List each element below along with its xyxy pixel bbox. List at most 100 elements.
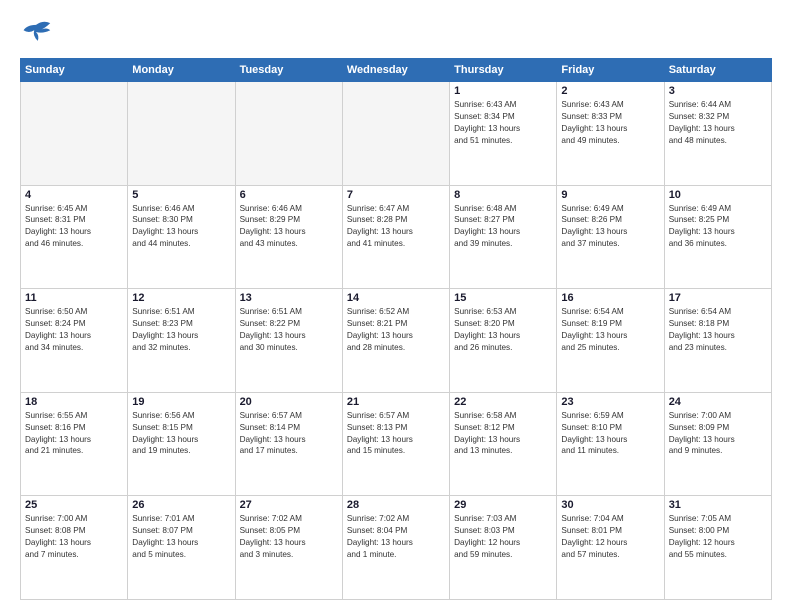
day-info: Sunrise: 6:51 AM Sunset: 8:23 PM Dayligh… bbox=[132, 306, 230, 354]
day-number: 27 bbox=[240, 499, 338, 511]
day-info: Sunrise: 7:03 AM Sunset: 8:03 PM Dayligh… bbox=[454, 513, 552, 561]
calendar-cell: 30 Sunrise: 7:04 AM Sunset: 8:01 PM Dayli… bbox=[557, 496, 664, 600]
day-number: 22 bbox=[454, 396, 552, 408]
weekday-header-wednesday: Wednesday bbox=[342, 59, 449, 82]
weekday-header-sunday: Sunday bbox=[21, 59, 128, 82]
day-info: Sunrise: 6:55 AM Sunset: 8:16 PM Dayligh… bbox=[25, 410, 123, 458]
day-number: 14 bbox=[347, 292, 445, 304]
calendar-cell: 2Sunrise: 6:43 AM Sunset: 8:33 PM Daylig… bbox=[557, 82, 664, 186]
day-info: Sunrise: 7:04 AM Sunset: 8:01 PM Dayligh… bbox=[561, 513, 659, 561]
calendar-cell: 17 Sunrise: 6:54 AM Sunset: 8:18 PM Dayli… bbox=[664, 289, 771, 393]
day-number: 25 bbox=[25, 499, 123, 511]
weekday-header-monday: Monday bbox=[128, 59, 235, 82]
calendar-cell: 27 Sunrise: 7:02 AM Sunset: 8:05 PM Dayli… bbox=[235, 496, 342, 600]
day-info: Sunrise: 6:46 AM Sunset: 8:30 PM Dayligh… bbox=[132, 203, 230, 251]
day-info: Sunrise: 6:45 AM Sunset: 8:31 PM Dayligh… bbox=[25, 203, 123, 251]
day-info: Sunrise: 6:59 AM Sunset: 8:10 PM Dayligh… bbox=[561, 410, 659, 458]
day-info: Sunrise: 6:57 AM Sunset: 8:14 PM Dayligh… bbox=[240, 410, 338, 458]
day-number: 17 bbox=[669, 292, 767, 304]
calendar-cell: 24Sunrise: 7:00 AM Sunset: 8:09 PM Dayli… bbox=[664, 392, 771, 496]
day-info: Sunrise: 6:49 AM Sunset: 8:26 PM Dayligh… bbox=[561, 203, 659, 251]
day-info: Sunrise: 6:48 AM Sunset: 8:27 PM Dayligh… bbox=[454, 203, 552, 251]
calendar-table: SundayMondayTuesdayWednesdayThursdayFrid… bbox=[20, 58, 772, 600]
day-number: 23 bbox=[561, 396, 659, 408]
day-info: Sunrise: 7:00 AM Sunset: 8:08 PM Dayligh… bbox=[25, 513, 123, 561]
calendar-week-5: 25 Sunrise: 7:00 AM Sunset: 8:08 PM Dayli… bbox=[21, 496, 772, 600]
calendar-cell: 31Sunrise: 7:05 AM Sunset: 8:00 PM Dayli… bbox=[664, 496, 771, 600]
day-info: Sunrise: 6:54 AM Sunset: 8:18 PM Dayligh… bbox=[669, 306, 767, 354]
page: SundayMondayTuesdayWednesdayThursdayFrid… bbox=[0, 0, 792, 612]
day-number: 6 bbox=[240, 189, 338, 201]
day-info: Sunrise: 7:02 AM Sunset: 8:04 PM Dayligh… bbox=[347, 513, 445, 561]
day-number: 15 bbox=[454, 292, 552, 304]
day-number: 11 bbox=[25, 292, 123, 304]
calendar-cell: 26Sunrise: 7:01 AM Sunset: 8:07 PM Dayli… bbox=[128, 496, 235, 600]
day-number: 19 bbox=[132, 396, 230, 408]
day-info: Sunrise: 7:02 AM Sunset: 8:05 PM Dayligh… bbox=[240, 513, 338, 561]
calendar-cell: 16 Sunrise: 6:54 AM Sunset: 8:19 PM Dayli… bbox=[557, 289, 664, 393]
logo bbox=[20, 16, 56, 48]
weekday-header-friday: Friday bbox=[557, 59, 664, 82]
day-number: 30 bbox=[561, 499, 659, 511]
day-number: 12 bbox=[132, 292, 230, 304]
weekday-header-tuesday: Tuesday bbox=[235, 59, 342, 82]
calendar-cell: 22 Sunrise: 6:58 AM Sunset: 8:12 PM Dayli… bbox=[450, 392, 557, 496]
day-info: Sunrise: 6:53 AM Sunset: 8:20 PM Dayligh… bbox=[454, 306, 552, 354]
day-info: Sunrise: 6:47 AM Sunset: 8:28 PM Dayligh… bbox=[347, 203, 445, 251]
calendar-cell: 25 Sunrise: 7:00 AM Sunset: 8:08 PM Dayli… bbox=[21, 496, 128, 600]
calendar-cell: 4 Sunrise: 6:45 AM Sunset: 8:31 PM Daylig… bbox=[21, 185, 128, 289]
day-info: Sunrise: 6:46 AM Sunset: 8:29 PM Dayligh… bbox=[240, 203, 338, 251]
day-info: Sunrise: 6:43 AM Sunset: 8:33 PM Dayligh… bbox=[561, 99, 659, 147]
calendar-week-3: 11Sunrise: 6:50 AM Sunset: 8:24 PM Dayli… bbox=[21, 289, 772, 393]
day-info: Sunrise: 6:56 AM Sunset: 8:15 PM Dayligh… bbox=[132, 410, 230, 458]
calendar-cell: 7 Sunrise: 6:47 AM Sunset: 8:28 PM Daylig… bbox=[342, 185, 449, 289]
day-info: Sunrise: 6:58 AM Sunset: 8:12 PM Dayligh… bbox=[454, 410, 552, 458]
weekday-row: SundayMondayTuesdayWednesdayThursdayFrid… bbox=[21, 59, 772, 82]
calendar-cell: 18 Sunrise: 6:55 AM Sunset: 8:16 PM Dayli… bbox=[21, 392, 128, 496]
day-number: 29 bbox=[454, 499, 552, 511]
day-number: 7 bbox=[347, 189, 445, 201]
day-number: 5 bbox=[132, 189, 230, 201]
weekday-header-thursday: Thursday bbox=[450, 59, 557, 82]
calendar-cell: 28Sunrise: 7:02 AM Sunset: 8:04 PM Dayli… bbox=[342, 496, 449, 600]
calendar-cell: 9 Sunrise: 6:49 AM Sunset: 8:26 PM Daylig… bbox=[557, 185, 664, 289]
calendar-cell: 23 Sunrise: 6:59 AM Sunset: 8:10 PM Dayli… bbox=[557, 392, 664, 496]
calendar-cell: 12 Sunrise: 6:51 AM Sunset: 8:23 PM Dayli… bbox=[128, 289, 235, 393]
calendar-cell: 20 Sunrise: 6:57 AM Sunset: 8:14 PM Dayli… bbox=[235, 392, 342, 496]
calendar-cell bbox=[235, 82, 342, 186]
day-number: 31 bbox=[669, 499, 767, 511]
calendar-cell bbox=[342, 82, 449, 186]
calendar-cell: 8 Sunrise: 6:48 AM Sunset: 8:27 PM Daylig… bbox=[450, 185, 557, 289]
calendar-header: SundayMondayTuesdayWednesdayThursdayFrid… bbox=[21, 59, 772, 82]
day-info: Sunrise: 6:54 AM Sunset: 8:19 PM Dayligh… bbox=[561, 306, 659, 354]
calendar-week-4: 18 Sunrise: 6:55 AM Sunset: 8:16 PM Dayli… bbox=[21, 392, 772, 496]
calendar-cell: 6 Sunrise: 6:46 AM Sunset: 8:29 PM Daylig… bbox=[235, 185, 342, 289]
calendar-cell: 21Sunrise: 6:57 AM Sunset: 8:13 PM Dayli… bbox=[342, 392, 449, 496]
day-number: 18 bbox=[25, 396, 123, 408]
calendar-cell bbox=[21, 82, 128, 186]
day-number: 3 bbox=[669, 85, 767, 97]
calendar-cell: 29 Sunrise: 7:03 AM Sunset: 8:03 PM Dayli… bbox=[450, 496, 557, 600]
calendar-cell: 14Sunrise: 6:52 AM Sunset: 8:21 PM Dayli… bbox=[342, 289, 449, 393]
calendar-week-2: 4 Sunrise: 6:45 AM Sunset: 8:31 PM Daylig… bbox=[21, 185, 772, 289]
day-info: Sunrise: 6:44 AM Sunset: 8:32 PM Dayligh… bbox=[669, 99, 767, 147]
day-info: Sunrise: 6:49 AM Sunset: 8:25 PM Dayligh… bbox=[669, 203, 767, 251]
day-number: 8 bbox=[454, 189, 552, 201]
calendar-cell: 1Sunrise: 6:43 AM Sunset: 8:34 PM Daylig… bbox=[450, 82, 557, 186]
day-number: 24 bbox=[669, 396, 767, 408]
calendar-cell: 13 Sunrise: 6:51 AM Sunset: 8:22 PM Dayli… bbox=[235, 289, 342, 393]
calendar-cell: 11Sunrise: 6:50 AM Sunset: 8:24 PM Dayli… bbox=[21, 289, 128, 393]
calendar-cell bbox=[128, 82, 235, 186]
day-number: 4 bbox=[25, 189, 123, 201]
calendar-cell: 15 Sunrise: 6:53 AM Sunset: 8:20 PM Dayli… bbox=[450, 289, 557, 393]
day-number: 13 bbox=[240, 292, 338, 304]
day-number: 9 bbox=[561, 189, 659, 201]
day-info: Sunrise: 6:51 AM Sunset: 8:22 PM Dayligh… bbox=[240, 306, 338, 354]
day-number: 16 bbox=[561, 292, 659, 304]
day-number: 10 bbox=[669, 189, 767, 201]
day-info: Sunrise: 6:43 AM Sunset: 8:34 PM Dayligh… bbox=[454, 99, 552, 147]
day-info: Sunrise: 7:01 AM Sunset: 8:07 PM Dayligh… bbox=[132, 513, 230, 561]
calendar-cell: 3 Sunrise: 6:44 AM Sunset: 8:32 PM Daylig… bbox=[664, 82, 771, 186]
calendar-week-1: 1Sunrise: 6:43 AM Sunset: 8:34 PM Daylig… bbox=[21, 82, 772, 186]
day-number: 20 bbox=[240, 396, 338, 408]
